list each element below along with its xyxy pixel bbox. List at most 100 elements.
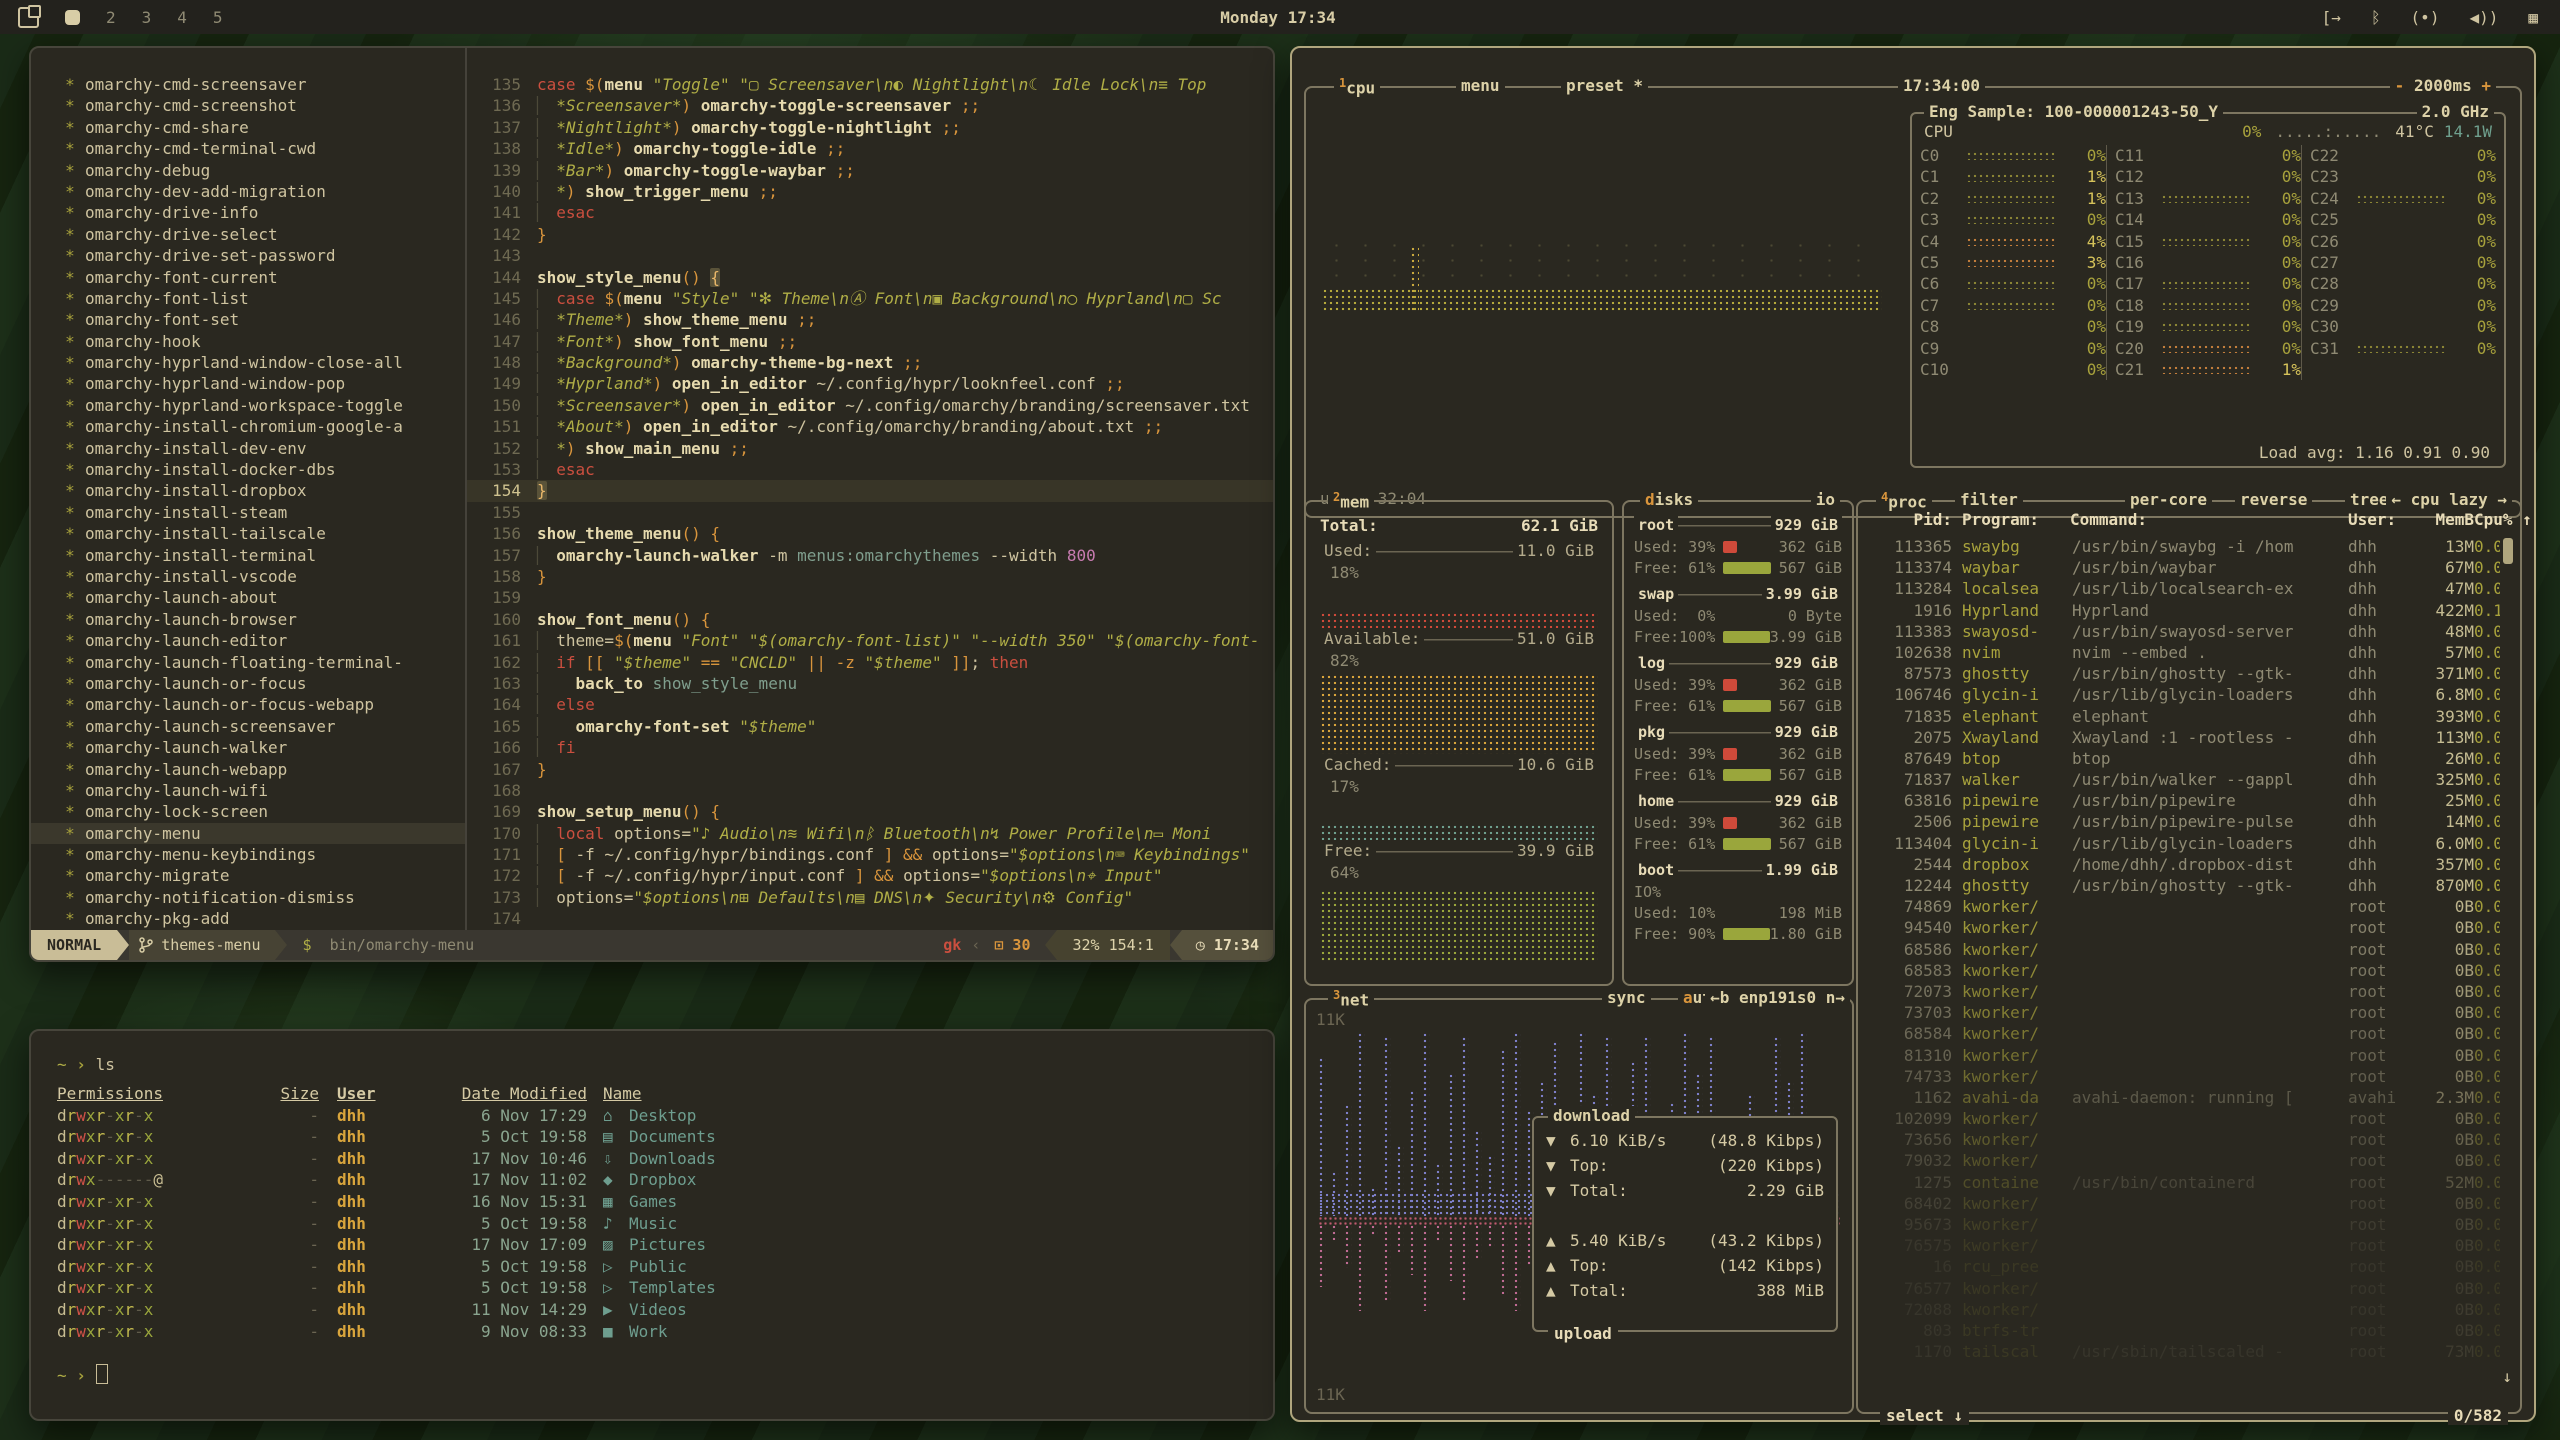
file-item[interactable]: *omarchy-install-vscode (31, 566, 465, 587)
workspace-1-active[interactable] (65, 10, 80, 25)
code-line[interactable]: 135case $(menu "Toggle" "▢ Screensaver\n… (467, 74, 1273, 95)
process-row[interactable]: 803btrfs-trroot0B0.0 (1868, 1320, 2500, 1341)
code-line[interactable]: 166▏ fi (467, 737, 1273, 758)
code-buffer[interactable]: 135case $(menu "Toggle" "▢ Screensaver\n… (467, 48, 1273, 930)
sort-column-button[interactable]: ← cpu lazy → (2386, 490, 2512, 509)
file-item[interactable]: *omarchy-pkg-add (31, 908, 465, 929)
process-row[interactable]: 113383swayosd-/usr/bin/swayosd-serverdhh… (1868, 621, 2500, 642)
process-row[interactable]: 73703kworker/root0B0.0 (1868, 1002, 2500, 1023)
interface-switcher[interactable]: ←b enp191s0 n→ (1705, 988, 1850, 1007)
scroll-down-icon[interactable]: ↓ (2502, 1367, 2512, 1386)
filter-button[interactable]: filter (1955, 490, 2023, 509)
code-line[interactable]: 149▏ *Hyprland*) open_in_editor ~/.confi… (467, 373, 1273, 394)
file-item[interactable]: *omarchy-launch-webapp (31, 759, 465, 780)
update-interval[interactable]: - 2000ms + (2390, 76, 2496, 95)
code-line[interactable]: 172▏ [ -f ~/.config/hypr/input.conf ] &&… (467, 865, 1273, 886)
code-line[interactable]: 159 (467, 587, 1273, 608)
file-item[interactable]: *omarchy-cmd-terminal-cwd (31, 138, 465, 159)
terminal-window[interactable]: ~ › ls PermissionsSizeUserDate ModifiedN… (29, 1029, 1275, 1421)
code-line[interactable]: 145▏ case $(menu "Style" "✻ Theme\nⒶ Fon… (467, 288, 1273, 309)
file-item[interactable]: *omarchy-launch-or-focus-webapp (31, 694, 465, 715)
process-row[interactable]: 12244ghostty/usr/bin/ghostty --gtk-dhh87… (1868, 875, 2500, 896)
process-row[interactable]: 68402kworker/root0B0.0 (1868, 1193, 2500, 1214)
code-line[interactable]: 169show_setup_menu() { (467, 801, 1273, 822)
code-line[interactable]: 174 (467, 908, 1273, 929)
file-item[interactable]: *omarchy-hyprland-window-close-all (31, 352, 465, 373)
code-line[interactable]: 151▏ *About*) open_in_editor ~/.config/o… (467, 416, 1273, 437)
code-line[interactable]: 155 (467, 502, 1273, 523)
file-item[interactable]: *omarchy-install-docker-dbs (31, 459, 465, 480)
file-item[interactable]: *omarchy-install-steam (31, 502, 465, 523)
process-row[interactable]: 73656kworker/root0B0.0 (1868, 1129, 2500, 1150)
process-row[interactable]: 81310kworker/root0B0.0 (1868, 1045, 2500, 1066)
process-header-row[interactable]: Pid:Program:Command:User:MemBCpu% ↑ (1868, 510, 2500, 529)
process-row[interactable]: 113374waybar/usr/bin/waybardhh67M0.0 (1868, 557, 2500, 578)
code-line[interactable]: 143 (467, 245, 1273, 266)
file-item[interactable]: *omarchy-launch-or-focus (31, 673, 465, 694)
workspace-3[interactable]: 3 (142, 8, 152, 27)
process-row[interactable]: 79032kworker/root0B0.0 (1868, 1150, 2500, 1171)
workspace-4[interactable]: 4 (177, 8, 187, 27)
logout-icon[interactable]: [→ (2322, 8, 2341, 27)
process-row[interactable]: 1275containe/usr/bin/containerdroot52M0.… (1868, 1172, 2500, 1193)
code-line[interactable]: 158} (467, 566, 1273, 587)
code-line[interactable]: 139▏ *Bar*) omarchy-toggle-waybar ;; (467, 160, 1273, 181)
file-item[interactable]: *omarchy-install-terminal (31, 545, 465, 566)
file-item[interactable]: *omarchy-drive-info (31, 202, 465, 223)
file-item[interactable]: *omarchy-debug (31, 160, 465, 181)
process-row[interactable]: 113365swaybg/usr/bin/swaybg -i /homdhh13… (1868, 536, 2500, 557)
code-line[interactable]: 147▏ *Font*) show_font_menu ;; (467, 331, 1273, 352)
file-item[interactable]: *omarchy-launch-walker (31, 737, 465, 758)
process-row[interactable]: 102638nvimnvim --embed .dhh57M0.0 (1868, 642, 2500, 663)
code-line[interactable]: 163▏ back_to show_style_menu (467, 673, 1273, 694)
file-item[interactable]: *omarchy-font-current (31, 267, 465, 288)
process-row[interactable]: 74733kworker/root0B0.0 (1868, 1066, 2500, 1087)
file-item[interactable]: *omarchy-lock-screen (31, 801, 465, 822)
process-row[interactable]: 71835elephantelephantdhh393M0.0 (1868, 706, 2500, 727)
file-item[interactable]: *omarchy-launch-floating-terminal- (31, 652, 465, 673)
chip-icon[interactable]: ▦ (2528, 8, 2538, 27)
process-row[interactable]: 72073kworker/root0B0.0 (1868, 981, 2500, 1002)
code-line[interactable]: 141▏ esac (467, 202, 1273, 223)
code-line[interactable]: 146▏ *Theme*) show_theme_menu ;; (467, 309, 1273, 330)
code-line[interactable]: 138▏ *Idle*) omarchy-toggle-idle ;; (467, 138, 1273, 159)
file-item[interactable]: *omarchy-install-dropbox (31, 480, 465, 501)
preset-button[interactable]: preset * (1561, 76, 1648, 95)
process-row[interactable]: 1162avahi-daavahi-daemon: running [avahi… (1868, 1087, 2500, 1108)
process-row[interactable]: 74869kworker/root0B0.0 (1868, 896, 2500, 917)
file-item[interactable]: *omarchy-cmd-screensaver (31, 74, 465, 95)
file-item[interactable]: *omarchy-launch-editor (31, 630, 465, 651)
prompt-line[interactable]: ~ › (57, 1364, 1247, 1388)
code-line[interactable]: 152▏ *) show_main_menu ;; (467, 438, 1273, 459)
process-row[interactable]: 76575kworker/root0B0.0 (1868, 1235, 2500, 1256)
code-line[interactable]: 165▏ omarchy-font-set "$theme" (467, 716, 1273, 737)
file-item[interactable]: *omarchy-notification-dismiss (31, 887, 465, 908)
file-item[interactable]: *omarchy-font-list (31, 288, 465, 309)
file-item[interactable]: *omarchy-launch-screensaver (31, 716, 465, 737)
process-row[interactable]: 63816pipewire/usr/bin/pipewiredhh25M0.0 (1868, 790, 2500, 811)
file-item[interactable]: *omarchy-install-tailscale (31, 523, 465, 544)
code-line[interactable]: 153▏ esac (467, 459, 1273, 480)
process-row[interactable]: 2544dropbox/home/dhh/.dropbox-distdhh357… (1868, 854, 2500, 875)
bluetooth-icon[interactable]: ᛒ (2371, 8, 2381, 27)
process-row[interactable]: 2506pipewire/usr/bin/pipewire-pulsedhh14… (1868, 811, 2500, 832)
process-row[interactable]: 87573ghostty/usr/bin/ghostty --gtk-dhh37… (1868, 663, 2500, 684)
code-line[interactable]: 164▏ else (467, 694, 1273, 715)
scrollbar-thumb[interactable] (2503, 538, 2513, 564)
process-row[interactable]: 72088kworker/root0B0.0 (1868, 1299, 2500, 1320)
file-item[interactable]: *omarchy-menu (31, 823, 465, 844)
menu-button[interactable]: menu (1456, 76, 1505, 95)
reverse-button[interactable]: reverse (2235, 490, 2312, 509)
code-line[interactable]: 170▏ local options="♪ Audio\n≋ Wifi\nᛒ B… (467, 823, 1273, 844)
workspace-5[interactable]: 5 (213, 8, 223, 27)
process-row[interactable]: 68583kworker/root0B0.0 (1868, 960, 2500, 981)
code-line[interactable]: 160show_font_menu() { (467, 609, 1273, 630)
file-item[interactable]: *omarchy-hyprland-workspace-toggle (31, 395, 465, 416)
code-line[interactable]: 142} (467, 224, 1273, 245)
file-item[interactable]: *omarchy-launch-about (31, 587, 465, 608)
sync-button[interactable]: sync (1602, 988, 1651, 1007)
process-row[interactable]: 106746glycin-i/usr/lib/glycin-loadersdhh… (1868, 684, 2500, 705)
code-line[interactable]: 173▏ options="$options\n⊞ Defaults\n▤ DN… (467, 887, 1273, 908)
process-list[interactable]: 113365swaybg/usr/bin/swaybg -i /homdhh13… (1868, 536, 2500, 1382)
code-line[interactable]: 167} (467, 759, 1273, 780)
